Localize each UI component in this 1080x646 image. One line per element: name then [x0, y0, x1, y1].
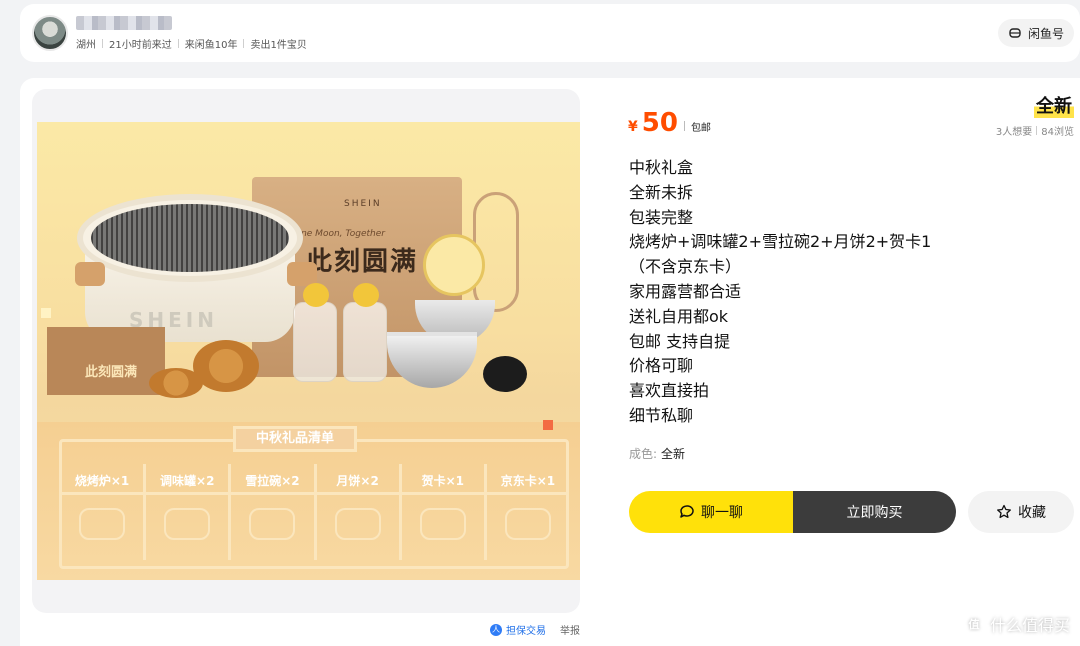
box-tagline: One Moon, Together — [294, 229, 386, 239]
jar-cap — [353, 283, 379, 307]
gift-list-item: 京东卡×1 — [487, 464, 569, 560]
grill-icon — [79, 508, 126, 540]
smzdm-logo-icon: 值 — [963, 614, 984, 634]
product-photo[interactable]: SHEIN One Moon, Together 此刻圆满 SHEIN 此刻圆满 — [37, 122, 580, 580]
cleaning-brush — [483, 356, 527, 392]
mooncake-box-title: 此刻圆满 — [85, 365, 138, 380]
seller-header: 湖州 21小时前来过 来闲鱼10年 卖出1件宝贝 闲鱼号 — [20, 4, 1080, 62]
currency-symbol: ¥ — [628, 119, 638, 135]
seasoning-jar — [343, 283, 387, 382]
buy-label: 立即购买 — [846, 505, 903, 521]
chat-bubble-icon — [680, 505, 694, 518]
decor-square — [543, 420, 553, 430]
jd-card-icon — [504, 508, 551, 540]
fish-icon — [1009, 28, 1021, 38]
gift-item-label: 贺卡×1 — [421, 474, 464, 488]
description-line: 送礼自用都ok — [629, 306, 729, 326]
gift-item-label: 雪拉碗×2 — [245, 474, 300, 488]
gift-item-label: 调味罐×2 — [160, 474, 215, 488]
seller-name-blurred[interactable] — [76, 16, 172, 30]
jar-icon — [164, 508, 211, 540]
watermark-text: 什么值得买 — [989, 616, 1070, 635]
star-icon — [997, 504, 1011, 519]
report-link[interactable]: 举报 — [560, 622, 580, 637]
description-line: 喜欢直接拍 — [629, 381, 710, 401]
listing-card: SHEIN One Moon, Together 此刻圆满 SHEIN 此刻圆满 — [20, 78, 1080, 646]
wants-count: 3人想要 — [995, 127, 1033, 138]
seasoning-jar — [293, 283, 337, 382]
seller-location: 湖州 — [76, 40, 96, 51]
chat-label: 聊一聊 — [701, 505, 743, 521]
box-title: 此刻圆满 — [306, 247, 419, 277]
description-line: （不含京东卡） — [629, 257, 742, 277]
condition-badge: 全新 — [1034, 92, 1074, 118]
gift-list-item: 调味罐×2 — [146, 464, 232, 560]
shield-icon: 人 — [490, 623, 502, 636]
description-line: 中秋礼盒 — [629, 158, 694, 177]
seller-sold-count: 卖出1件宝贝 — [250, 40, 307, 51]
greeting-card-tag — [423, 234, 485, 296]
description-line: 细节私聊 — [629, 405, 694, 425]
purchase-actions: 聊一聊 立即购买 — [629, 491, 956, 533]
condition-attribute: 成色: 全新 — [629, 445, 685, 462]
divider — [683, 121, 685, 131]
seller-last-seen: 21小时前来过 — [109, 40, 172, 51]
xianyu-id-button[interactable]: 闲鱼号 — [997, 19, 1074, 47]
divider — [102, 39, 103, 48]
listing-stats: 3人想要 84浏览 — [996, 123, 1074, 138]
xianyu-id-label: 闲鱼号 — [1027, 26, 1064, 41]
buy-now-button[interactable]: 立即购买 — [793, 491, 956, 533]
description-line: 价格可聊 — [629, 356, 694, 376]
decor-square — [41, 308, 51, 318]
seller-avatar[interactable] — [32, 15, 68, 51]
divider — [1036, 126, 1038, 135]
bowl-icon — [249, 508, 296, 540]
mooncake — [193, 340, 259, 392]
seller-meta: 湖州 21小时前来过 来闲鱼10年 卖出1件宝贝 — [76, 36, 307, 51]
grill-grate — [91, 204, 289, 272]
divider — [243, 39, 245, 48]
guarantee-label: 担保交易 — [506, 626, 546, 637]
chat-button[interactable]: 聊一聊 — [629, 491, 793, 533]
seller-member-since: 来闲鱼10年 — [184, 40, 238, 51]
steel-bowl — [387, 332, 477, 388]
views-count: 84浏览 — [1041, 127, 1074, 138]
gift-list: 烧烤炉×1 调味罐×2 雪拉碗×2 月饼×2 贺卡×1 京东卡×1 — [61, 464, 569, 560]
site-watermark: 值 什么值得买 — [963, 612, 1070, 636]
mooncake-box: 此刻圆满 — [47, 327, 165, 395]
gift-list-title: 中秋礼品清单 — [233, 426, 357, 452]
gift-list-item: 贺卡×1 — [402, 464, 487, 560]
price: 50 — [641, 108, 678, 138]
favorite-label: 收藏 — [1018, 505, 1046, 521]
condition-key: 成色: — [629, 447, 658, 461]
image-footer: 人 担保交易 举报 — [490, 622, 580, 637]
favorite-button[interactable]: 收藏 — [968, 491, 1074, 533]
gift-item-label: 烧烤炉×1 — [74, 474, 130, 488]
guarantee-link[interactable]: 人 担保交易 — [490, 622, 546, 637]
gift-list-item: 月饼×2 — [317, 464, 402, 560]
description-line: 包邮 支持自提 — [629, 331, 731, 351]
condition-value: 全新 — [661, 447, 686, 461]
description-line: 全新未拆 — [629, 182, 694, 202]
divider — [177, 39, 179, 48]
grill-handle-left — [75, 262, 105, 286]
shipping-label: 包邮 — [690, 123, 711, 134]
mooncake-icon — [334, 508, 381, 540]
description-line: 家用露营都合适 — [629, 281, 742, 301]
jar-cap — [303, 283, 329, 307]
description-line: 包装完整 — [629, 207, 694, 227]
item-description: 中秋礼盒 全新未拆 包装完整 烧烤炉+调味罐2+雪拉碗2+月饼2+贺卡1 （不含… — [629, 156, 931, 429]
description-line: 烧烤炉+调味罐2+雪拉碗2+月饼2+贺卡1 — [629, 232, 932, 252]
price-row: ¥ 50 包邮 — [628, 108, 711, 138]
card-icon — [419, 508, 466, 540]
gift-item-label: 月饼×2 — [336, 474, 379, 488]
box-brand: SHEIN — [344, 199, 382, 209]
gift-item-label: 京东卡×1 — [500, 474, 556, 488]
gift-list-item: 烧烤炉×1 — [61, 464, 147, 560]
gift-list-item: 雪拉碗×2 — [231, 464, 317, 560]
product-image-panel[interactable]: SHEIN One Moon, Together 此刻圆满 SHEIN 此刻圆满 — [32, 89, 580, 613]
